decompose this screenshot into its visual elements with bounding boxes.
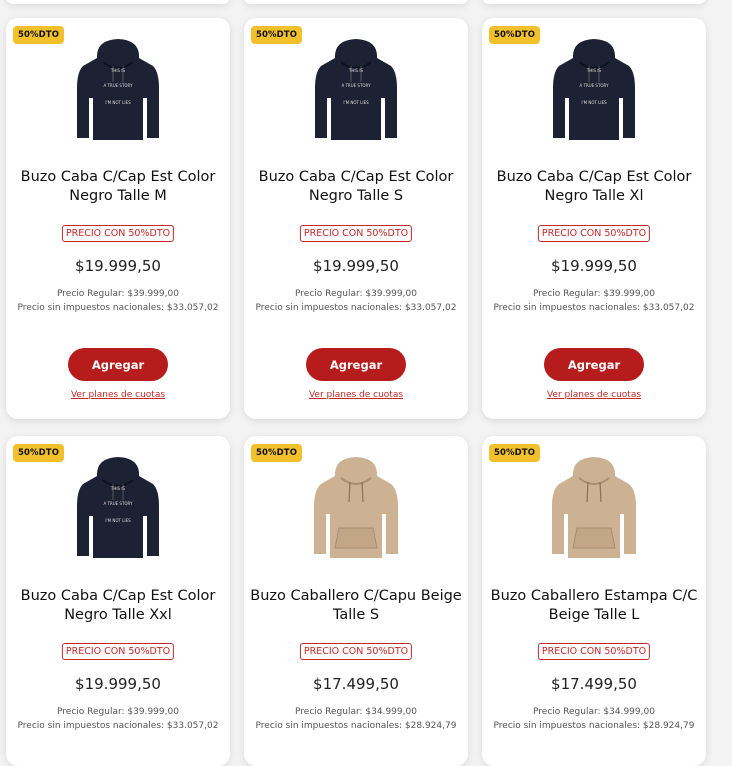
black-hoodie-image[interactable]: THIS IS A TRUE STORY I'M NOT LIES xyxy=(539,32,649,142)
svg-text:I'M NOT LIES: I'M NOT LIES xyxy=(343,100,369,105)
product-card[interactable]: 50%DTO Buzo Caballero C/Capu Beige Talle… xyxy=(244,436,468,766)
svg-text:A TRUE STORY: A TRUE STORY xyxy=(341,83,371,88)
product-card-partial xyxy=(244,0,468,4)
price-without-taxes: Precio sin impuestos nacionales: $33.057… xyxy=(17,303,219,313)
svg-text:THIS IS: THIS IS xyxy=(586,68,602,73)
discount-badge: 50%DTO xyxy=(13,26,65,44)
product-title[interactable]: Buzo Caballero C/Capu Beige Talle S xyxy=(250,587,462,625)
discount-badge: 50%DTO xyxy=(251,26,303,44)
black-hoodie-icon: THIS IS A TRUE STORY I'M NOT LIES xyxy=(315,39,397,140)
svg-text:I'M NOT LIES: I'M NOT LIES xyxy=(105,100,131,105)
black-hoodie-image[interactable]: THIS IS A TRUE STORY I'M NOT LIES xyxy=(301,32,411,142)
price-without-taxes: Precio sin impuestos nacionales: $28.924… xyxy=(493,721,695,731)
svg-text:A TRUE STORY: A TRUE STORY xyxy=(103,501,133,506)
promo-tag: PRECIO CON 50%DTO xyxy=(299,643,413,660)
product-title[interactable]: Buzo Caba C/Cap Est Color Negro Talle S xyxy=(250,168,462,206)
product-title[interactable]: Buzo Caballero Estampa C/C Beige Talle L xyxy=(488,587,700,625)
add-to-cart-button[interactable]: Agregar xyxy=(306,348,406,381)
price-without-taxes: Precio sin impuestos nacionales: $28.924… xyxy=(255,721,457,731)
svg-text:I'M NOT LIES: I'M NOT LIES xyxy=(581,100,607,105)
regular-price: Precio Regular: $39.999,00 xyxy=(533,289,655,299)
discount-badge: 50%DTO xyxy=(13,444,65,462)
price-without-taxes: Precio sin impuestos nacionales: $33.057… xyxy=(493,303,695,313)
discount-badge: 50%DTO xyxy=(489,444,541,462)
promo-tag: PRECIO CON 50%DTO xyxy=(299,225,413,242)
promo-tag: PRECIO CON 50%DTO xyxy=(537,643,651,660)
regular-price: Precio Regular: $39.999,00 xyxy=(57,289,179,299)
black-hoodie-icon: THIS IS A TRUE STORY I'M NOT LIES xyxy=(553,39,635,140)
product-price: $19.999,50 xyxy=(75,675,161,693)
add-to-cart-button[interactable]: Agregar xyxy=(544,348,644,381)
discount-badge: 50%DTO xyxy=(489,26,541,44)
black-hoodie-icon: THIS IS A TRUE STORY I'M NOT LIES xyxy=(77,39,159,140)
product-card[interactable]: 50%DTO THIS IS A TRUE STORY I'M NOT LIES… xyxy=(6,18,230,419)
product-card-partial xyxy=(482,0,706,4)
discount-badge: 50%DTO xyxy=(251,444,303,462)
product-title[interactable]: Buzo Caba C/Cap Est Color Negro Talle Xx… xyxy=(12,587,224,625)
regular-price: Precio Regular: $34.999,00 xyxy=(533,707,655,717)
product-card[interactable]: 50%DTO THIS IS A TRUE STORY I'M NOT LIES… xyxy=(482,18,706,419)
product-card[interactable]: 50%DTO THIS IS A TRUE STORY I'M NOT LIES… xyxy=(244,18,468,419)
price-without-taxes: Precio sin impuestos nacionales: $33.057… xyxy=(17,721,219,731)
regular-price: Precio Regular: $39.999,00 xyxy=(57,707,179,717)
product-card-partial xyxy=(6,0,230,4)
product-title[interactable]: Buzo Caba C/Cap Est Color Negro Talle Xl xyxy=(488,168,700,206)
product-card[interactable]: 50%DTO THIS IS A TRUE STORY I'M NOT LIES… xyxy=(6,436,230,766)
beige-hoodie-image[interactable] xyxy=(301,450,411,560)
promo-tag: PRECIO CON 50%DTO xyxy=(537,225,651,242)
black-hoodie-image[interactable]: THIS IS A TRUE STORY I'M NOT LIES xyxy=(63,32,173,142)
svg-text:I'M NOT LIES: I'M NOT LIES xyxy=(105,518,131,523)
svg-text:A TRUE STORY: A TRUE STORY xyxy=(103,83,133,88)
svg-text:A TRUE STORY: A TRUE STORY xyxy=(579,83,609,88)
installments-link[interactable]: Ver planes de cuotas xyxy=(244,390,468,400)
product-price: $19.999,50 xyxy=(75,257,161,275)
beige-hoodie-image[interactable] xyxy=(539,450,649,560)
price-without-taxes: Precio sin impuestos nacionales: $33.057… xyxy=(255,303,457,313)
product-price: $17.499,50 xyxy=(313,675,399,693)
installments-link[interactable]: Ver planes de cuotas xyxy=(6,390,230,400)
promo-tag: PRECIO CON 50%DTO xyxy=(61,225,175,242)
product-title[interactable]: Buzo Caba C/Cap Est Color Negro Talle M xyxy=(12,168,224,206)
regular-price: Precio Regular: $39.999,00 xyxy=(295,289,417,299)
product-price: $19.999,50 xyxy=(551,257,637,275)
black-hoodie-image[interactable]: THIS IS A TRUE STORY I'M NOT LIES xyxy=(63,450,173,560)
beige-hoodie-icon xyxy=(314,457,398,558)
svg-text:THIS IS: THIS IS xyxy=(110,486,126,491)
product-card[interactable]: 50%DTO Buzo Caballero Estampa C/C Beige … xyxy=(482,436,706,766)
svg-text:THIS IS: THIS IS xyxy=(110,68,126,73)
regular-price: Precio Regular: $34.999,00 xyxy=(295,707,417,717)
add-to-cart-button[interactable]: Agregar xyxy=(68,348,168,381)
installments-link[interactable]: Ver planes de cuotas xyxy=(482,390,706,400)
product-price: $17.499,50 xyxy=(551,675,637,693)
black-hoodie-icon: THIS IS A TRUE STORY I'M NOT LIES xyxy=(77,457,159,558)
beige-hoodie-icon xyxy=(552,457,636,558)
product-price: $19.999,50 xyxy=(313,257,399,275)
promo-tag: PRECIO CON 50%DTO xyxy=(61,643,175,660)
svg-text:THIS IS: THIS IS xyxy=(348,68,364,73)
